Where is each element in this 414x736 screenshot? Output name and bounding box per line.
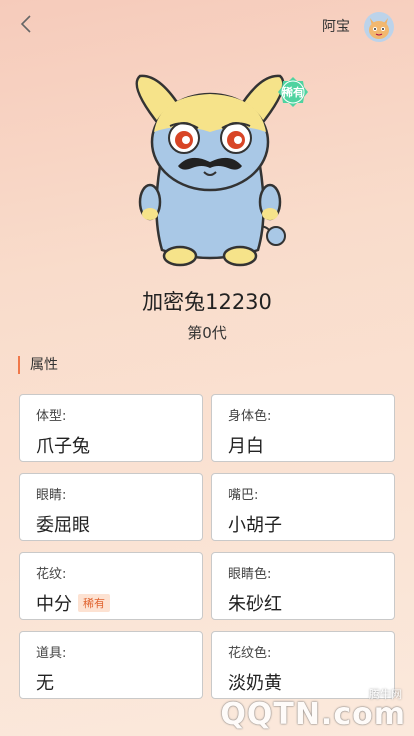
attr-key: 身体色: [228,409,272,424]
pet-generation: 第0代 [187,324,227,342]
attr-card-pattern: 花纹: 中分 稀有 [19,552,203,620]
user-name: 阿宝 [322,19,350,35]
watermark-brand: QQTN.com [220,697,406,732]
attr-value: 小胡子 [228,515,282,536]
attr-key: 眼睛: [36,488,67,503]
cat-avatar-icon [369,18,389,39]
attr-card-eye-color: 眼睛色: 朱砂红 [211,552,395,620]
rare-badge-label: 稀有 [282,86,304,99]
back-button[interactable] [14,12,38,36]
attr-key: 花纹: [36,567,67,582]
attr-card-pattern-color: 花纹色: 淡奶黄 [211,631,395,699]
pet-illustration [120,66,300,276]
attr-value: 朱砂红 [228,594,282,615]
rare-tag: 稀有 [78,594,110,612]
attr-value: 月白 [228,436,264,457]
attr-key: 道具: [36,646,67,661]
attr-value: 爪子兔 [36,436,90,457]
chevron-left-icon [20,15,31,33]
attr-key: 体型: [36,409,67,424]
attr-key: 花纹色: [228,646,272,661]
section-title: 属性 [18,356,58,374]
rare-badge: 稀有 [277,76,309,108]
attr-card-mouth: 嘴巴: 小胡子 [211,473,395,541]
top-bar: 阿宝 [0,0,414,50]
watermark: 腾牛网 QQTN.com [206,688,406,732]
pet-name: 加密兔12230 [142,290,272,314]
attr-card-eyes: 眼睛: 委屈眼 [19,473,203,541]
attr-card-item: 道具: 无 [19,631,203,699]
attr-key: 嘴巴: [228,488,259,503]
attr-value: 委屈眼 [36,515,90,536]
attr-card-body-type: 体型: 爪子兔 [19,394,203,462]
attr-value: 中分 [36,594,72,615]
attr-card-body-color: 身体色: 月白 [211,394,395,462]
attr-key: 眼睛色: [228,567,272,582]
attr-value: 无 [36,673,54,694]
avatar[interactable] [364,12,394,42]
